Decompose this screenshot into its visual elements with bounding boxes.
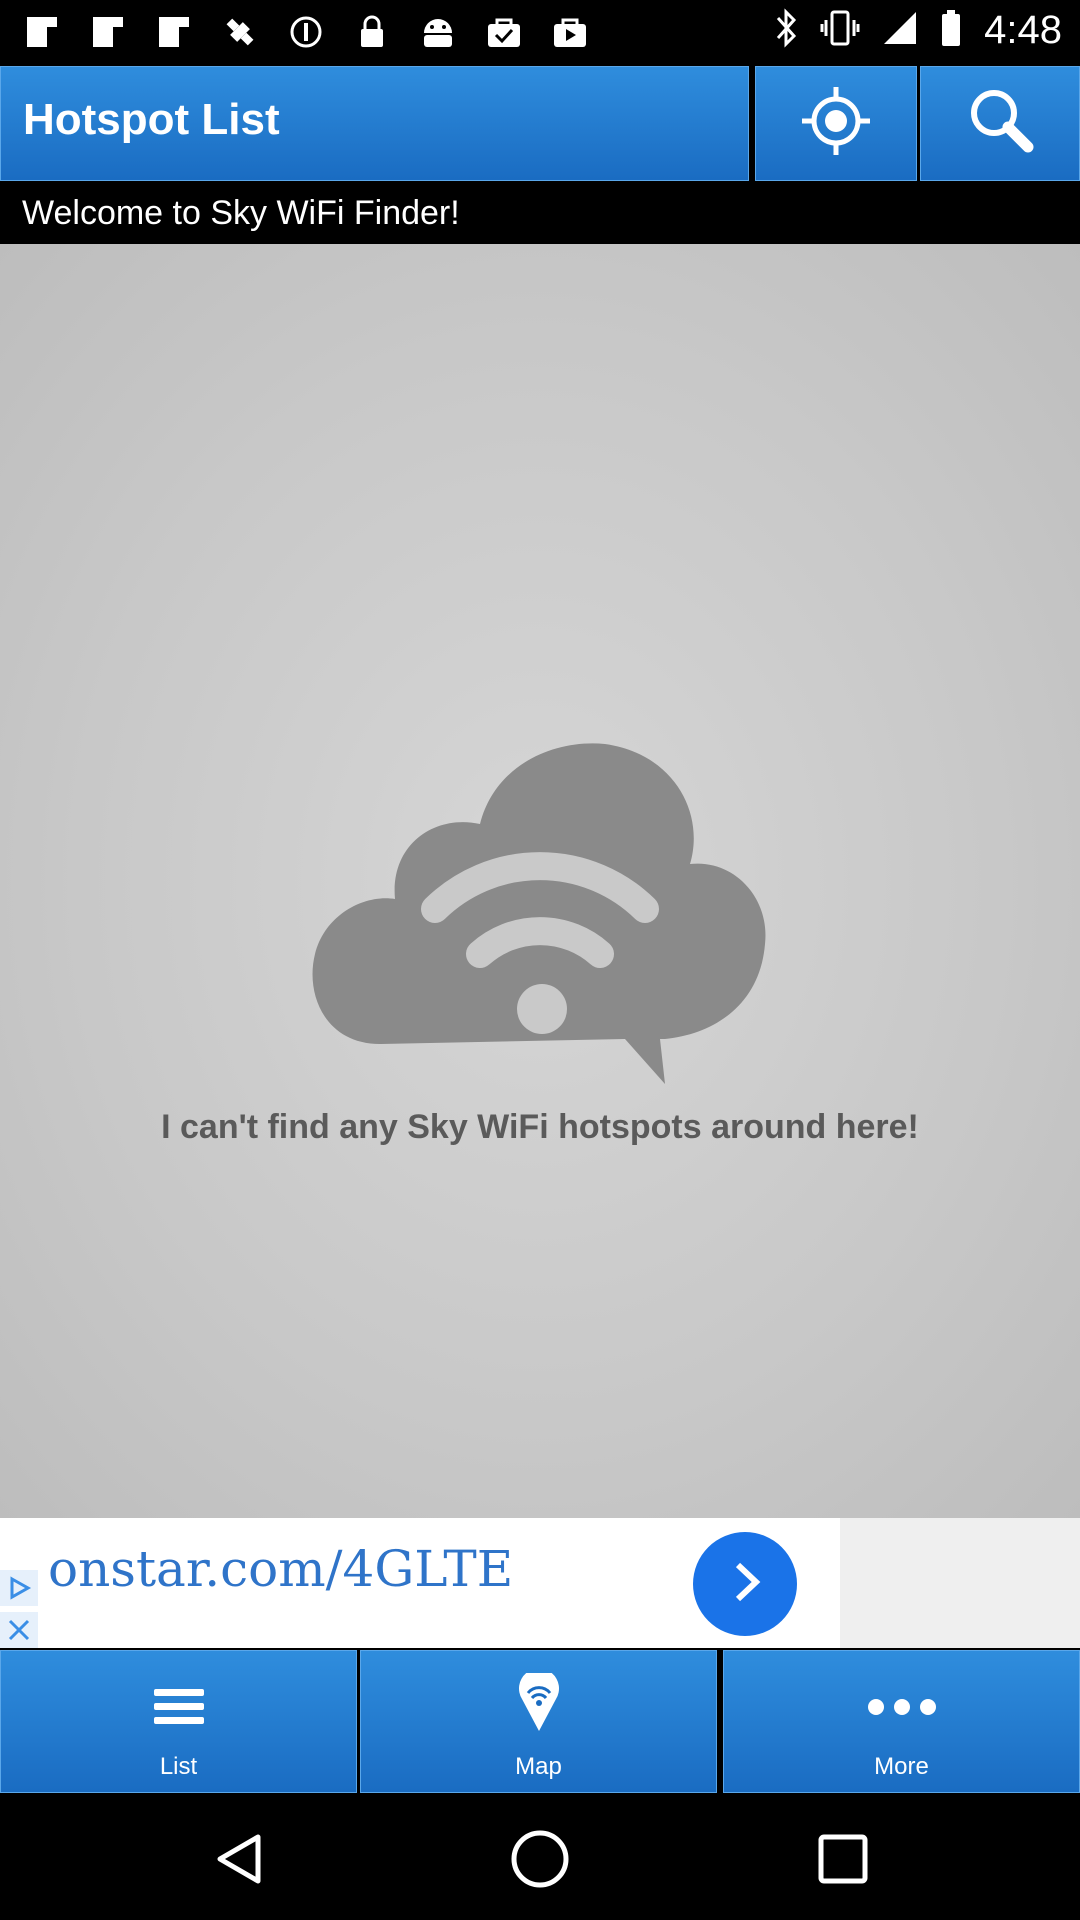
empty-state-message: I can't find any Sky WiFi hotspots aroun… <box>161 1108 919 1146</box>
page-title: Hotspot List <box>23 95 280 144</box>
ad-close-icon[interactable] <box>0 1612 38 1648</box>
flipboard-icon <box>88 12 128 52</box>
tab-map[interactable]: Map <box>360 1650 717 1793</box>
locate-button[interactable] <box>755 66 917 181</box>
status-bar: 4:48 <box>0 0 1080 64</box>
clock: 4:48 <box>984 8 1062 52</box>
menu-icon <box>1 1683 356 1733</box>
search-icon <box>960 81 1040 166</box>
search-button[interactable] <box>920 66 1080 181</box>
welcome-banner: Welcome to Sky WiFi Finder! <box>0 184 1080 244</box>
flipboard-icon <box>154 12 194 52</box>
checkbox-bag-icon <box>484 12 524 52</box>
circle-info-icon <box>286 12 326 52</box>
recents-icon[interactable] <box>808 1824 878 1894</box>
tab-list-label: List <box>159 1753 198 1780</box>
title-bar: Hotspot List <box>0 66 749 181</box>
hotspot-list-area: I can't find any Sky WiFi hotspots aroun… <box>0 244 1080 1518</box>
tab-list[interactable]: List <box>0 1650 357 1793</box>
ad-go-button[interactable] <box>693 1532 797 1636</box>
play-bag-icon <box>550 12 590 52</box>
ad-banner[interactable]: onstar.com/4GLTE <box>0 1518 1080 1648</box>
battery-icon <box>940 8 962 53</box>
lock-icon <box>352 12 392 52</box>
more-dots-icon <box>724 1695 1079 1719</box>
ad-content[interactable]: onstar.com/4GLTE <box>0 1518 840 1648</box>
fake-gps-icon <box>220 12 260 52</box>
back-icon[interactable] <box>205 1824 275 1894</box>
bluetooth-icon <box>774 8 798 53</box>
home-icon[interactable] <box>505 1824 575 1894</box>
welcome-text: Welcome to Sky WiFi Finder! <box>22 194 460 232</box>
tab-more[interactable]: More <box>723 1650 1080 1793</box>
status-icons: 4:48 <box>774 8 1062 53</box>
ad-text[interactable]: onstar.com/4GLTE <box>48 1540 513 1598</box>
chevron-right-icon <box>720 1557 770 1612</box>
cloud-wifi-icon <box>305 734 775 1099</box>
signal-icon <box>882 8 918 53</box>
ad-play-icon[interactable] <box>0 1570 38 1606</box>
bottom-tab-bar: List Map More <box>0 1650 1080 1795</box>
flipboard-icon <box>22 12 62 52</box>
notification-icons <box>22 12 590 52</box>
map-pin-wifi-icon <box>361 1673 716 1733</box>
system-nav-bar <box>0 1796 1080 1920</box>
vibrate-icon <box>820 8 860 53</box>
android-icon <box>418 12 458 52</box>
tab-more-label: More <box>874 1753 929 1780</box>
crosshair-icon <box>798 83 874 164</box>
tab-map-label: Map <box>515 1753 562 1780</box>
